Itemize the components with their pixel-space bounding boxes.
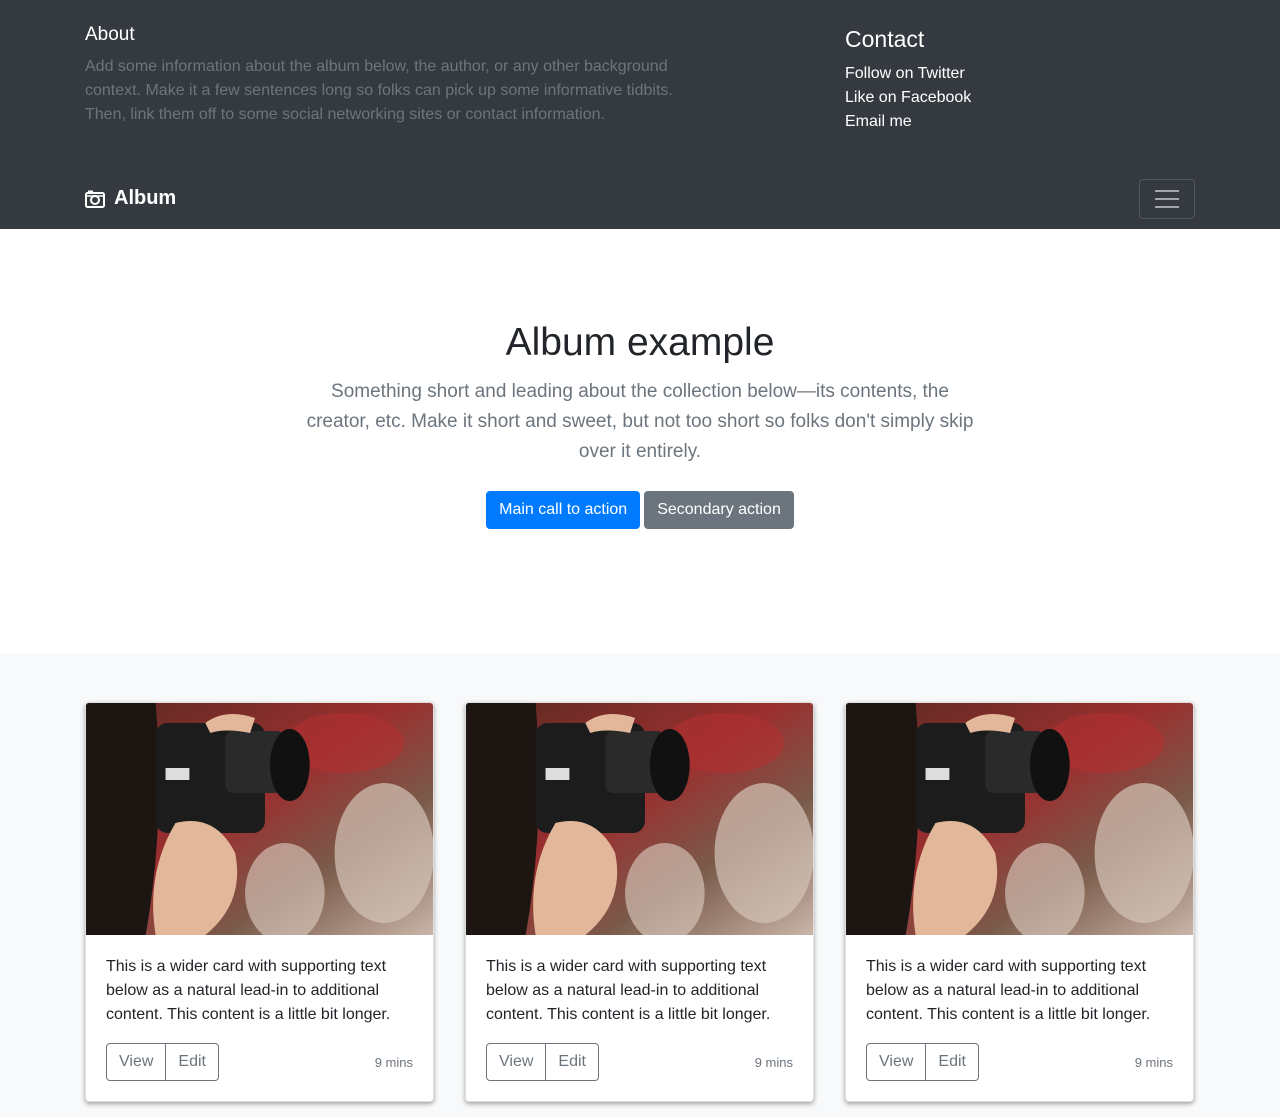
contact-list: Follow on Twitter Like on Facebook Email…: [845, 62, 971, 134]
view-button[interactable]: View: [866, 1043, 927, 1081]
contact-title: Contact: [845, 26, 925, 52]
card-photo: [846, 703, 1193, 935]
contact-section: Contact Follow on Twitter Like on Facebo…: [845, 24, 971, 134]
page-title: Album example: [505, 321, 775, 364]
time-label: 9 mins: [754, 1054, 793, 1070]
card-button-group: View Edit: [486, 1043, 599, 1081]
card-photo: [466, 703, 813, 935]
card-text: This is a wider card with supporting tex…: [866, 958, 1151, 1023]
cta-buttons: Main call to action Secondary action: [0, 491, 1280, 529]
card-text: This is a wider card with supporting tex…: [486, 958, 771, 1023]
edit-button[interactable]: Edit: [546, 1043, 599, 1081]
view-button[interactable]: View: [106, 1043, 167, 1081]
album-card: This is a wider card with supporting tex…: [85, 702, 434, 1102]
facebook-link[interactable]: Like on Facebook: [845, 86, 971, 110]
album-card: This is a wider card with supporting tex…: [845, 702, 1194, 1102]
main-cta-button[interactable]: Main call to action: [486, 491, 641, 529]
time-label: 9 mins: [374, 1054, 413, 1070]
edit-button[interactable]: Edit: [926, 1043, 979, 1081]
view-button[interactable]: View: [486, 1043, 547, 1081]
about-text: Add some information about the album bel…: [85, 58, 673, 123]
about-title: About: [85, 24, 135, 45]
card-button-group: View Edit: [106, 1043, 219, 1081]
hamburger-icon: [1155, 190, 1179, 192]
edit-button[interactable]: Edit: [166, 1043, 219, 1081]
album-card: This is a wider card with supporting tex…: [465, 702, 814, 1102]
about-section: About Add some information about the alb…: [85, 24, 705, 134]
time-label: 9 mins: [1134, 1054, 1173, 1070]
brand-label: Album: [114, 187, 177, 209]
jumbotron: Album example Something short and leadin…: [0, 229, 1280, 653]
card-text: This is a wider card with supporting tex…: [106, 958, 391, 1023]
header-collapse: About Add some information about the alb…: [0, 0, 1280, 168]
hamburger-icon-line: [1155, 206, 1179, 208]
album-section: This is a wider card with supporting tex…: [0, 653, 1280, 1117]
secondary-action-button[interactable]: Secondary action: [644, 491, 794, 529]
card-button-group: View Edit: [866, 1043, 979, 1081]
navbar-toggler-button[interactable]: [1139, 179, 1195, 219]
camera-icon: [85, 190, 105, 208]
lead-text: Something short and leading about the co…: [306, 381, 974, 462]
twitter-link[interactable]: Follow on Twitter: [845, 62, 971, 86]
email-link[interactable]: Email me: [845, 110, 971, 134]
navbar: Album: [0, 168, 1280, 229]
brand-link[interactable]: Album: [85, 187, 176, 210]
card-photo: [86, 703, 433, 935]
hamburger-icon-line: [1155, 198, 1179, 200]
